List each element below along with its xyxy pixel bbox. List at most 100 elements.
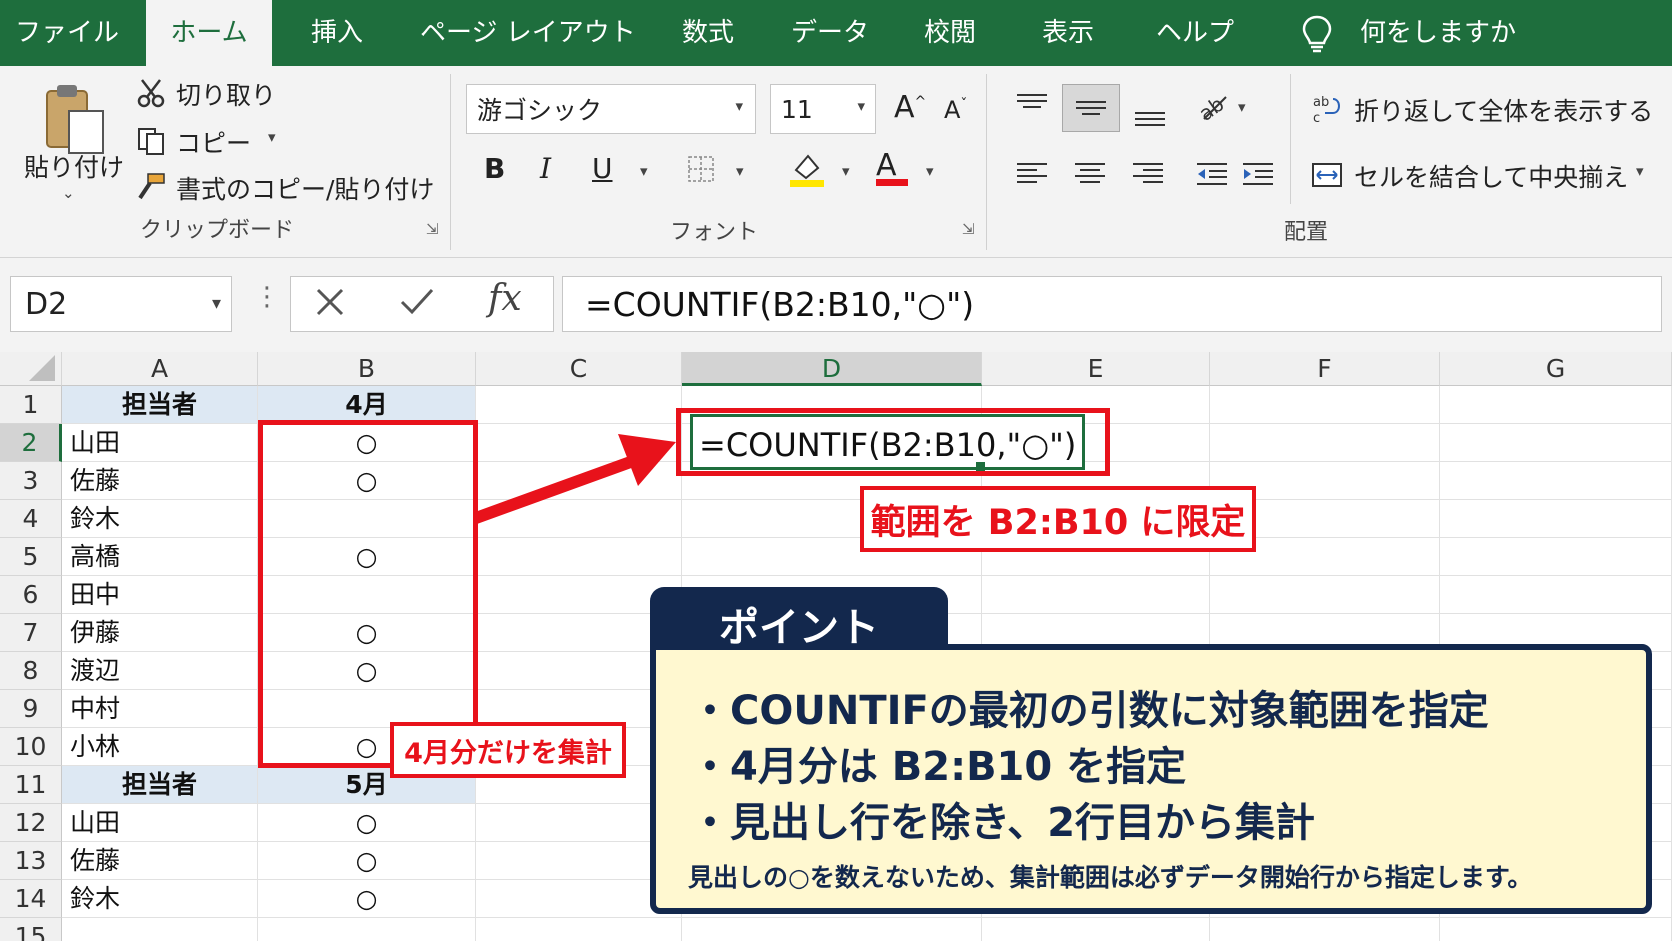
name-cell[interactable]: 伊藤 bbox=[62, 614, 258, 652]
tab-view[interactable]: 表示 bbox=[1030, 0, 1106, 66]
name-cell[interactable] bbox=[62, 918, 258, 941]
empty-cell[interactable] bbox=[1440, 386, 1672, 424]
font-size-combo[interactable]: 11 ▾ bbox=[770, 84, 876, 134]
name-cell[interactable]: 山田 bbox=[62, 424, 258, 462]
tab-formulas[interactable]: 数式 bbox=[670, 0, 746, 66]
name-cell[interactable]: 高橋 bbox=[62, 538, 258, 576]
tab-data[interactable]: データ bbox=[788, 0, 872, 66]
row-header[interactable]: 15 bbox=[0, 918, 62, 941]
row-header[interactable]: 2 bbox=[0, 424, 62, 462]
empty-cell[interactable] bbox=[1210, 576, 1440, 614]
row-header[interactable]: 10 bbox=[0, 728, 62, 766]
format-painter-icon[interactable] bbox=[134, 170, 168, 204]
align-right-icon[interactable] bbox=[1128, 154, 1168, 194]
column-header-g[interactable]: G bbox=[1440, 352, 1672, 386]
align-center-icon[interactable] bbox=[1070, 154, 1110, 194]
header-cell[interactable]: 4月 bbox=[258, 386, 476, 424]
mark-cell[interactable]: ○ bbox=[258, 880, 476, 918]
name-cell[interactable]: 渡辺 bbox=[62, 652, 258, 690]
row-header[interactable]: 4 bbox=[0, 500, 62, 538]
tab-help[interactable]: ヘルプ bbox=[1150, 0, 1240, 66]
cancel-icon[interactable] bbox=[312, 284, 348, 324]
row-header[interactable]: 6 bbox=[0, 576, 62, 614]
name-cell[interactable]: 鈴木 bbox=[62, 880, 258, 918]
fill-color-dropdown-icon[interactable]: ▾ bbox=[842, 162, 850, 180]
shrink-font-button[interactable]: Aˇ bbox=[944, 96, 967, 124]
merge-center-button[interactable]: セルを結合して中央揃え bbox=[1354, 158, 1628, 194]
mark-cell[interactable]: ○ bbox=[258, 842, 476, 880]
empty-cell[interactable] bbox=[476, 918, 682, 941]
copy-button[interactable]: コピー bbox=[176, 124, 251, 160]
merge-center-icon[interactable] bbox=[1310, 158, 1344, 192]
mark-cell[interactable] bbox=[258, 918, 476, 941]
column-header-c[interactable]: C bbox=[476, 352, 682, 386]
row-header[interactable]: 5 bbox=[0, 538, 62, 576]
empty-cell[interactable] bbox=[476, 386, 682, 424]
row-header[interactable]: 1 bbox=[0, 386, 62, 424]
wrap-text-button[interactable]: 折り返して全体を表示する bbox=[1354, 92, 1653, 128]
lightbulb-icon[interactable] bbox=[1300, 14, 1334, 58]
name-cell[interactable]: 山田 bbox=[62, 804, 258, 842]
column-header-a[interactable]: A bbox=[62, 352, 258, 386]
increase-indent-icon[interactable] bbox=[1238, 154, 1278, 194]
row-header[interactable]: 11 bbox=[0, 766, 62, 804]
align-top-icon[interactable] bbox=[1012, 86, 1052, 126]
column-header-b[interactable]: B bbox=[258, 352, 476, 386]
enter-check-icon[interactable] bbox=[398, 284, 436, 324]
empty-cell[interactable] bbox=[1440, 424, 1672, 462]
fill-handle[interactable] bbox=[976, 462, 985, 471]
scissors-icon[interactable] bbox=[134, 76, 168, 110]
font-color-dropdown-icon[interactable]: ▾ bbox=[926, 162, 934, 180]
row-header[interactable]: 8 bbox=[0, 652, 62, 690]
cut-button[interactable]: 切り取り bbox=[176, 76, 276, 112]
align-bottom-icon[interactable] bbox=[1130, 94, 1170, 134]
tab-review[interactable]: 校閲 bbox=[912, 0, 988, 66]
row-header[interactable]: 12 bbox=[0, 804, 62, 842]
row-header[interactable]: 7 bbox=[0, 614, 62, 652]
italic-button[interactable]: I bbox=[540, 152, 551, 185]
formula-input[interactable]: =COUNTIF(B2:B10,"○") bbox=[562, 276, 1662, 332]
align-left-icon[interactable] bbox=[1012, 154, 1052, 194]
fill-color-icon[interactable] bbox=[788, 148, 826, 188]
empty-cell[interactable] bbox=[982, 918, 1210, 941]
tab-insert[interactable]: 挿入 bbox=[296, 0, 378, 66]
name-cell[interactable]: 中村 bbox=[62, 690, 258, 728]
active-cell-d2[interactable]: =COUNTIF(B2:B10,"○") bbox=[690, 414, 1086, 470]
wrap-text-icon[interactable]: ab c bbox=[1310, 92, 1344, 126]
underline-button[interactable]: U bbox=[592, 152, 613, 185]
font-launcher-icon[interactable]: ⇲ bbox=[962, 220, 975, 238]
column-header-d[interactable]: D bbox=[682, 352, 982, 386]
empty-cell[interactable] bbox=[1440, 500, 1672, 538]
paste-dropdown-icon[interactable]: ⌄ bbox=[62, 184, 75, 202]
orientation-icon[interactable]: ab bbox=[1194, 86, 1234, 126]
tell-me-search[interactable]: 何をしますか bbox=[1360, 0, 1600, 66]
underline-dropdown-icon[interactable]: ▾ bbox=[640, 162, 648, 180]
clipboard-launcher-icon[interactable]: ⇲ bbox=[426, 220, 439, 238]
copy-icon[interactable] bbox=[134, 124, 168, 158]
grow-font-button[interactable]: A^ bbox=[894, 90, 926, 125]
format-painter-button[interactable]: 書式のコピー/貼り付け bbox=[176, 170, 434, 206]
empty-cell[interactable] bbox=[982, 576, 1210, 614]
empty-cell[interactable] bbox=[1440, 462, 1672, 500]
copy-dropdown-icon[interactable]: ▾ bbox=[268, 128, 276, 146]
font-color-button[interactable]: A bbox=[876, 148, 908, 186]
name-cell[interactable]: 小林 bbox=[62, 728, 258, 766]
font-name-combo[interactable]: 游ゴシック ▾ bbox=[466, 84, 756, 134]
empty-cell[interactable] bbox=[1210, 386, 1440, 424]
name-box[interactable]: D2 ▾ bbox=[10, 276, 232, 332]
row-header[interactable]: 9 bbox=[0, 690, 62, 728]
empty-cell[interactable] bbox=[476, 538, 682, 576]
empty-cell[interactable] bbox=[1210, 424, 1440, 462]
decrease-indent-icon[interactable] bbox=[1192, 154, 1232, 194]
tab-home[interactable]: ホーム bbox=[146, 0, 272, 66]
align-middle-icon[interactable] bbox=[1062, 84, 1120, 132]
name-cell[interactable]: 鈴木 bbox=[62, 500, 258, 538]
empty-cell[interactable] bbox=[1440, 918, 1672, 941]
row-header[interactable]: 13 bbox=[0, 842, 62, 880]
column-header-f[interactable]: F bbox=[1210, 352, 1440, 386]
borders-icon[interactable] bbox=[684, 152, 718, 186]
empty-cell[interactable] bbox=[1440, 538, 1672, 576]
row-header[interactable]: 3 bbox=[0, 462, 62, 500]
header-cell[interactable]: 担当者 bbox=[62, 766, 258, 804]
header-cell[interactable]: 担当者 bbox=[62, 386, 258, 424]
